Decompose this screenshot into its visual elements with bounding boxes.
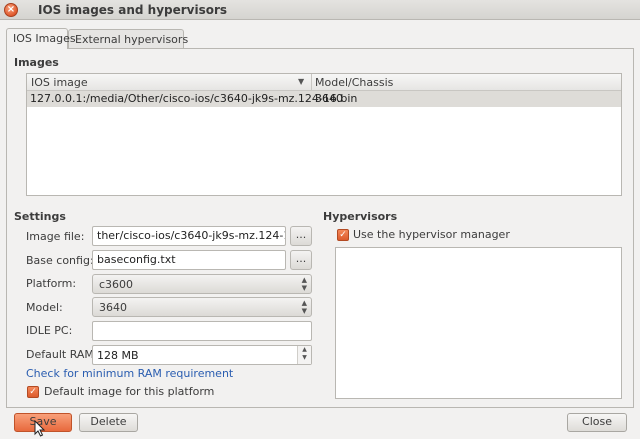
model-value: 3640 (99, 301, 127, 314)
images-section-title: Images (14, 56, 59, 69)
row-image-path: 127.0.0.1:/media/Other/cisco-ios/c3640-j… (30, 92, 358, 105)
hypervisors-section-title: Hypervisors (323, 210, 398, 223)
images-table[interactable]: IOS image ▼ Model/Chassis 127.0.0.1:/med… (26, 73, 622, 196)
model-label: Model: (26, 301, 63, 314)
spin-arrows-icon[interactable]: ▲ ▼ (297, 346, 311, 364)
close-button[interactable]: Close (567, 413, 627, 432)
idle-pc-input[interactable] (92, 321, 312, 341)
title-bar: × IOS images and hypervisors (0, 0, 640, 20)
table-row[interactable]: 127.0.0.1:/media/Other/cisco-ios/c3640-j… (27, 91, 621, 107)
tab-ios-images[interactable]: IOS Images (6, 28, 76, 49)
platform-value: c3600 (99, 278, 134, 291)
default-image-label: Default image for this platform (44, 385, 215, 398)
images-table-header: IOS image ▼ Model/Chassis (27, 74, 621, 91)
image-file-input[interactable]: ther/cisco-ios/c3640-jk9s-mz.124-16.bin (92, 226, 286, 246)
default-image-checkbox[interactable]: ✓ (27, 386, 39, 398)
hypervisor-manager-checkbox[interactable]: ✓ (337, 229, 349, 241)
window-title: IOS images and hypervisors (38, 3, 228, 17)
settings-section-title: Settings (14, 210, 66, 223)
model-select[interactable]: 3640 ▲ ▼ (92, 297, 312, 317)
platform-select[interactable]: c3600 ▲ ▼ (92, 274, 312, 294)
ram-requirement-link[interactable]: Check for minimum RAM requirement (26, 367, 233, 380)
hypervisor-manager-label: Use the hypervisor manager (353, 228, 510, 241)
default-ram-label: Default RAM: (26, 348, 98, 361)
hypervisors-list[interactable] (335, 247, 622, 399)
window-close-button[interactable]: × (4, 3, 18, 17)
column-separator[interactable] (311, 74, 312, 91)
sort-down-icon: ▼ (298, 77, 305, 86)
platform-label: Platform: (26, 277, 77, 290)
spin-arrows-icon: ▲ ▼ (301, 299, 307, 315)
tab-external-hypervisors[interactable]: External hypervisors (68, 29, 188, 48)
column-header-model[interactable]: Model/Chassis (315, 76, 393, 89)
default-ram-value: 128 MB (97, 349, 139, 362)
delete-button[interactable]: Delete (79, 413, 138, 432)
row-model: 3640 (315, 92, 343, 105)
base-config-browse-button[interactable]: ... (290, 250, 312, 270)
base-config-input[interactable]: baseconfig.txt (92, 250, 286, 270)
image-file-browse-button[interactable]: ... (290, 226, 312, 246)
idle-pc-label: IDLE PC: (26, 324, 73, 337)
column-header-ios-image[interactable]: IOS image (31, 76, 88, 89)
default-ram-spinbox[interactable]: 128 MB ▲ ▼ (92, 345, 312, 365)
image-file-label: Image file: (26, 230, 85, 243)
base-config-label: Base config: (26, 254, 94, 267)
mouse-cursor-icon (34, 420, 46, 437)
spin-arrows-icon: ▲ ▼ (301, 276, 307, 292)
